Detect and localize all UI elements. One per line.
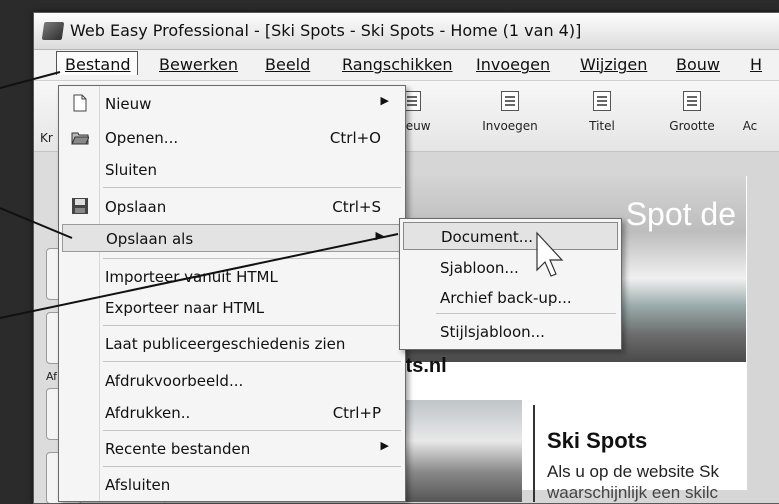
- callout-lines: [0, 71, 564, 319]
- callout-line-document: [0, 233, 399, 319]
- callout-line-bestand: [0, 71, 61, 89]
- mouse-cursor-icon: [536, 231, 564, 277]
- callout-line-opslaan-als: [0, 207, 73, 239]
